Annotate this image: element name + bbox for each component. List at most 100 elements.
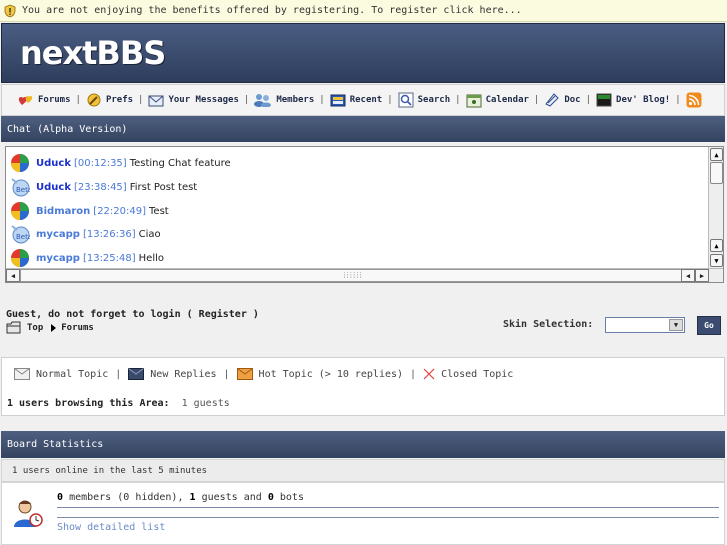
breadcrumb: Top Forums [6, 321, 94, 334]
nav-item-members[interactable]: Members [254, 93, 314, 107]
nav-item-forums[interactable]: Forums [18, 93, 71, 107]
chat-username[interactable]: Bidmaron [36, 206, 90, 217]
scroll-thumb[interactable] [710, 162, 723, 184]
nav-item-calendar[interactable]: Calendar [466, 92, 529, 108]
hearts-icon [18, 96, 33, 105]
chat-message: Beta Uduck [23:38:45] First Post test [10, 176, 197, 198]
horizontal-scroll-thumb[interactable]: ⁞⁞⁞⁞⁞⁞ [20, 269, 686, 282]
nav-label-devblog: Dev' Blog! [616, 95, 671, 105]
topic-legend: Normal Topic | New Replies | Hot Topic (… [14, 368, 513, 380]
chat-horizontal-scrollbar[interactable]: ◀ ⁞⁞⁞⁞⁞⁞ ◀ ▶ [6, 268, 723, 282]
scroll-down-button[interactable]: ▼ [710, 254, 723, 267]
chat-message: mycapp [13:25:48] Hello [10, 247, 164, 269]
chat-timestamp: [23:38:45] [73, 181, 127, 193]
calendar-icon [466, 94, 482, 108]
legend-separator: | [410, 368, 417, 380]
nav-separator: | [387, 95, 393, 105]
nav-item-prefs[interactable]: Prefs [86, 92, 133, 108]
skin-select[interactable]: ▼ [605, 317, 685, 333]
chat-message-list[interactable]: Uduck [00:12:35] Testing Chat feature Be… [6, 147, 710, 270]
main-navigation: Forums | Prefs | Your Messages | Members… [1, 84, 725, 116]
stats-divider [57, 507, 719, 508]
scroll-left-button[interactable]: ◀ [681, 269, 695, 282]
chat-username[interactable]: mycapp [36, 253, 80, 264]
site-logo[interactable]: nextBBS [20, 34, 166, 72]
nav-item-search[interactable]: Search [398, 92, 450, 108]
bots-label: bots [279, 492, 304, 503]
chat-username[interactable]: mycapp [36, 229, 80, 240]
nav-label-forums: Forums [38, 95, 71, 105]
bots-count: 0 [267, 492, 274, 503]
nav-item-recent[interactable]: Recent [330, 93, 383, 107]
chat-username[interactable]: Uduck [36, 158, 71, 169]
scroll-up-button[interactable]: ▲ [710, 239, 723, 252]
nav-label-members: Members [276, 95, 315, 105]
nav-separator: | [243, 95, 250, 105]
guests-label: guests and [201, 492, 262, 503]
guests-count: 1 [189, 492, 196, 503]
registration-notice-text[interactable]: You are not enjoying the benefits offere… [22, 5, 522, 16]
closed-topic-icon [423, 368, 435, 380]
stats-divider [57, 517, 719, 518]
login-reminder: Guest, do not forget to login ( Register… [6, 309, 259, 320]
scroll-up-button[interactable]: ▲ [710, 148, 723, 161]
browsing-label: 1 users browsing this Area: [7, 398, 170, 409]
nav-item-messages[interactable]: Your Messages [148, 93, 239, 107]
breadcrumb-forums[interactable]: Forums [61, 323, 94, 333]
nav-label-doc: Doc [564, 95, 581, 105]
chat-vertical-scrollbar[interactable]: ▲ ▲ ▼ [708, 147, 723, 270]
register-link[interactable]: ( Register ) [187, 309, 259, 320]
chat-message: Uduck [00:12:35] Testing Chat feature [10, 152, 231, 174]
new-replies-icon [128, 368, 145, 380]
warning-icon [4, 4, 16, 17]
legend-separator: | [223, 368, 230, 380]
legend-new-replies: New Replies [150, 368, 217, 380]
chat-text: Testing Chat feature [129, 157, 231, 169]
nav-separator: | [138, 95, 144, 105]
login-reminder-text[interactable]: Guest, do not forget to login [6, 309, 181, 320]
members-count: 0 [57, 492, 64, 503]
chevron-down-icon[interactable]: ▼ [669, 319, 683, 331]
registration-notice[interactable]: You are not enjoying the benefits offere… [0, 0, 727, 22]
chat-username[interactable]: Uduck [36, 182, 71, 193]
nav-item-rss[interactable] [686, 92, 706, 108]
terminal-icon [596, 93, 612, 107]
recent-icon [330, 94, 346, 107]
chat-panel[interactable]: Uduck [00:12:35] Testing Chat feature Be… [5, 146, 724, 283]
chat-text: First Post test [129, 181, 198, 193]
pie-avatar-icon [11, 249, 29, 267]
folder-icon [6, 321, 21, 334]
beta-avatar-icon: Beta [11, 178, 30, 197]
nav-separator: | [319, 95, 325, 105]
nav-item-doc[interactable]: Doc [544, 92, 581, 108]
nav-separator: | [75, 95, 81, 105]
nav-label-recent: Recent [349, 95, 383, 105]
nav-separator: | [675, 95, 681, 105]
show-detailed-list-link[interactable]: Show detailed list [57, 522, 165, 533]
hidden-label: hidden), [135, 492, 184, 503]
legend-separator: | [115, 368, 122, 380]
members-label: members ( [69, 492, 124, 503]
chat-message: Beta mycapp [13:26:36] Ciao [10, 223, 161, 245]
search-icon [398, 92, 414, 108]
site-header: nextBBS [1, 23, 725, 83]
browsing-info: 1 users browsing this Area: 1 guests [7, 398, 230, 409]
board-statistics-body: 0 members (0 hidden), 1 guests and 0 bot… [1, 482, 725, 545]
chat-timestamp: [22:20:49] [93, 205, 147, 217]
chat-message: Bidmaron [22:20:49] Test [10, 200, 169, 222]
breadcrumb-top[interactable]: Top [27, 323, 43, 333]
skin-go-button[interactable]: Go [697, 316, 721, 335]
members-count-line: 0 members (0 hidden), 1 guests and 0 bot… [57, 492, 304, 503]
hot-topic-icon [236, 368, 253, 380]
nav-item-devblog[interactable]: Dev' Blog! [596, 93, 670, 107]
wrench-icon [87, 93, 101, 107]
envelope-icon [148, 95, 164, 107]
pie-avatar-icon [11, 154, 29, 172]
scroll-left-button[interactable]: ◀ [6, 269, 20, 282]
scroll-right-button[interactable]: ▶ [695, 269, 709, 282]
legend-closed: Closed Topic [441, 368, 514, 380]
svg-text:Beta: Beta [16, 186, 30, 194]
chat-text: Ciao [138, 228, 161, 240]
nav-label-prefs: Prefs [105, 95, 134, 105]
rss-icon [686, 92, 702, 108]
